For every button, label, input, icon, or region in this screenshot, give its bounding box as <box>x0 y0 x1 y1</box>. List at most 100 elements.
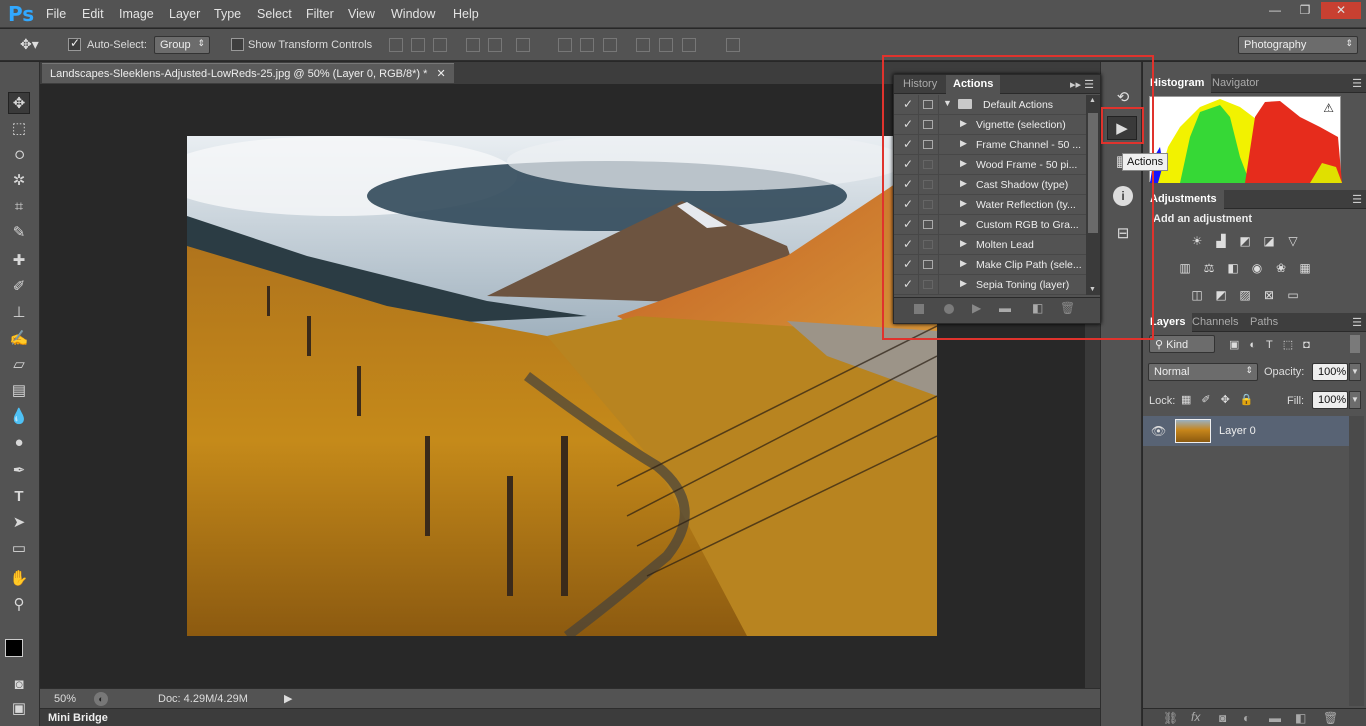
auto-select-checkbox[interactable]: ✓ <box>68 36 81 51</box>
document-tab[interactable]: Landscapes-Sleeklens-Adjusted-LowReds-25… <box>42 63 454 83</box>
show-transform-checkbox[interactable] <box>231 38 244 51</box>
foreground-color-swatch[interactable] <box>5 639 23 657</box>
auto-select-dropdown[interactable]: Group ⇕ <box>154 36 210 54</box>
layer-row[interactable]: 👁 Layer 0 <box>1143 416 1349 446</box>
align-vcenter-icon[interactable] <box>411 38 425 52</box>
align-left-icon[interactable] <box>466 38 480 52</box>
hue-saturation-icon[interactable]: ▥ <box>1177 261 1193 275</box>
brush-tool-icon[interactable]: ✐ <box>8 276 30 298</box>
opacity-arrow[interactable]: ▼ <box>1349 363 1361 381</box>
color-balance-icon[interactable]: ⚖ <box>1201 261 1217 275</box>
menu-filter[interactable]: Filter <box>306 7 334 21</box>
hand-tool-icon[interactable]: ✋ <box>8 568 30 590</box>
tab-adjustments[interactable]: Adjustments <box>1143 190 1224 209</box>
eraser-tool-icon[interactable]: ▱ <box>8 354 30 376</box>
dodge-tool-icon[interactable]: ● <box>8 432 30 454</box>
fx-icon[interactable]: fx <box>1191 710 1200 724</box>
close-button[interactable]: ✕ <box>1321 2 1361 19</box>
adjustment-layer-icon[interactable]: ◐ <box>1243 711 1250 725</box>
marquee-tool-icon[interactable]: ⬚ <box>8 118 30 140</box>
menu-view[interactable]: View <box>348 7 375 21</box>
posterize-icon[interactable]: ◩ <box>1213 288 1229 302</box>
distribute-right-icon[interactable] <box>682 38 696 52</box>
channel-mixer-icon[interactable]: ❀ <box>1273 261 1289 275</box>
menu-window[interactable]: Window <box>391 7 435 21</box>
opacity-input[interactable]: 100% <box>1312 363 1348 381</box>
curves-icon[interactable]: ◩ <box>1237 234 1253 248</box>
path-selection-tool-icon[interactable]: ➤ <box>8 512 30 534</box>
screen-mode-icon[interactable]: ▣ <box>8 698 30 720</box>
warning-icon[interactable]: ⚠ <box>1323 101 1334 115</box>
menu-image[interactable]: Image <box>119 7 154 21</box>
threshold-icon[interactable]: ▨ <box>1237 288 1253 302</box>
mini-bridge-bar[interactable]: Mini Bridge <box>40 708 1100 726</box>
tab-paths[interactable]: Paths <box>1243 313 1285 332</box>
new-group-icon[interactable]: ▬ <box>1269 711 1281 725</box>
document-image[interactable] <box>187 136 937 636</box>
photo-filter-icon[interactable]: ◉ <box>1249 261 1265 275</box>
eyedropper-tool-icon[interactable]: ✎ <box>8 222 30 244</box>
tab-navigator[interactable]: Navigator <box>1205 74 1266 93</box>
gradient-map-icon[interactable]: ▭ <box>1285 288 1301 302</box>
close-tab-icon[interactable]: ✕ <box>436 68 445 80</box>
new-layer-icon[interactable]: ◧ <box>1295 711 1306 725</box>
menu-file[interactable]: File <box>46 7 66 21</box>
blend-mode-dropdown[interactable]: Normal ⇕ <box>1148 363 1258 381</box>
invert-icon[interactable]: ◫ <box>1189 288 1205 302</box>
pen-tool-icon[interactable]: ✒ <box>8 460 30 482</box>
levels-icon[interactable]: ▟ <box>1213 234 1229 248</box>
black-white-icon[interactable]: ◧ <box>1225 261 1241 275</box>
healing-brush-tool-icon[interactable]: ✚ <box>8 250 30 272</box>
align-top-icon[interactable] <box>389 38 403 52</box>
history-brush-tool-icon[interactable]: ✍ <box>8 328 30 350</box>
vibrance-icon[interactable]: ▽ <box>1285 234 1301 248</box>
visibility-eye-icon[interactable]: 👁 <box>1151 424 1166 438</box>
histogram-menu-icon[interactable]: ☰ <box>1352 77 1362 90</box>
lasso-tool-icon[interactable]: ഠ <box>8 144 30 166</box>
layers-menu-icon[interactable]: ☰ <box>1352 316 1362 329</box>
menu-layer[interactable]: Layer <box>169 7 200 21</box>
color-lookup-icon[interactable]: ▦ <box>1297 261 1313 275</box>
crop-tool-icon[interactable]: ⌗ <box>8 196 30 218</box>
add-mask-icon[interactable]: ◙ <box>1219 711 1226 725</box>
distribute-bottom-icon[interactable] <box>603 38 617 52</box>
quick-mask-icon[interactable]: ◙ <box>8 674 30 696</box>
minimize-button[interactable]: — <box>1261 2 1289 19</box>
blur-tool-icon[interactable]: 💧 <box>8 406 30 428</box>
workspace-dropdown[interactable]: Photography ⇕ <box>1238 36 1358 54</box>
zoom-tool-icon[interactable]: ⚲ <box>8 594 30 616</box>
move-tool-icon[interactable]: ✥ <box>8 92 30 114</box>
brightness-contrast-icon[interactable]: ☀ <box>1189 234 1205 248</box>
distribute-left-icon[interactable] <box>636 38 650 52</box>
status-options-icon[interactable]: ◐ <box>94 692 108 706</box>
layers-scrollbar[interactable] <box>1349 416 1364 706</box>
exposure-icon[interactable]: ◪ <box>1261 234 1277 248</box>
clone-stamp-tool-icon[interactable]: ⊥ <box>8 302 30 324</box>
type-tool-icon[interactable]: T <box>8 486 30 508</box>
lock-icons[interactable]: ▦✐✥🔒 <box>1181 393 1264 406</box>
selective-color-icon[interactable]: ⊠ <box>1261 288 1277 302</box>
rectangle-tool-icon[interactable]: ▭ <box>8 538 30 560</box>
menu-type[interactable]: Type <box>214 7 241 21</box>
restore-button[interactable]: ❐ <box>1291 2 1319 19</box>
gradient-tool-icon[interactable]: ▤ <box>8 380 30 402</box>
distribute-top-icon[interactable] <box>558 38 572 52</box>
align-right-icon[interactable] <box>516 38 530 52</box>
align-bottom-icon[interactable] <box>433 38 447 52</box>
fill-input[interactable]: 100% <box>1312 391 1348 409</box>
status-menu-arrow-icon[interactable]: ▶ <box>284 692 292 705</box>
auto-align-icon[interactable] <box>726 38 740 52</box>
distribute-vcenter-icon[interactable] <box>580 38 594 52</box>
adjustments-menu-icon[interactable]: ☰ <box>1352 193 1362 206</box>
layer-filter-dropdown[interactable]: ⚲ Kind <box>1149 335 1215 353</box>
zoom-level[interactable]: 50% <box>54 693 76 705</box>
link-layers-icon[interactable]: ⛓ <box>1163 711 1178 725</box>
align-hcenter-icon[interactable] <box>488 38 502 52</box>
move-tool-preset-icon[interactable]: ✥▾ <box>20 36 39 53</box>
magic-wand-tool-icon[interactable]: ✲ <box>8 170 30 192</box>
tab-channels[interactable]: Channels <box>1185 313 1245 332</box>
distribute-hcenter-icon[interactable] <box>659 38 673 52</box>
fill-arrow[interactable]: ▼ <box>1349 391 1361 409</box>
filter-toggle[interactable] <box>1350 335 1360 353</box>
mini-bridge-tab[interactable]: Mini Bridge <box>48 712 108 724</box>
